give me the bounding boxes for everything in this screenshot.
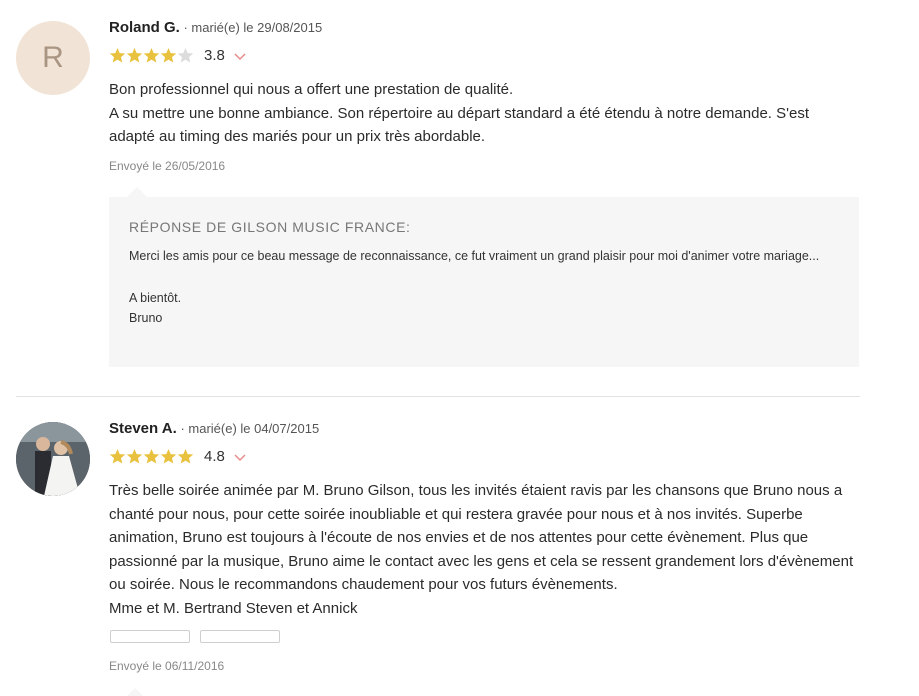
star-icon [160,448,177,465]
rating[interactable]: 3.8 [109,47,247,64]
star-icon [143,448,160,465]
reply-title: RÉPONSE DE GILSON MUSIC FRANCE: [129,219,411,235]
star-icon [126,47,143,64]
photo-thumbnail[interactable] [200,630,280,643]
vendor-reply: RÉPONSE DE GILSON MUSIC FRANCE: Merci le… [109,187,859,367]
review-line: Très belle soirée animée par M. Bruno Gi… [109,482,854,593]
sent-date: Envoyé le 26/05/2016 [109,159,226,173]
star-icon [143,47,160,64]
review-line: A su mettre une bonne ambiance. Son répe… [109,104,809,146]
avatar [16,422,90,496]
review-header: Roland G. · marié(e) le 29/08/2015 [109,19,322,36]
chevron-down-icon[interactable] [233,49,247,63]
reviewer-name[interactable]: Steven A. [109,420,177,437]
photo-thumbnail[interactable] [110,630,190,643]
rating-score: 3.8 [204,47,225,64]
star-rating [109,47,194,64]
reply-signature: Bruno [129,311,163,326]
married-date: · marié(e) le 04/07/2015 [180,421,320,436]
reply-notch [127,187,147,197]
star-icon [109,448,126,465]
star-rating [109,448,194,465]
star-icon [177,448,194,465]
avatar: R [16,21,90,95]
review-text: Bon professionnel qui nous a offert une … [109,78,857,149]
rating[interactable]: 4.8 [109,448,247,465]
star-icon [109,47,126,64]
reply-spacer [129,267,829,288]
review-line: Mme et M. Bertrand Steven et Annick [109,599,358,617]
chevron-down-icon[interactable] [233,450,247,464]
wedding-couple-photo-icon [16,422,90,496]
star-icon [126,448,143,465]
reply-text: Merci les amis pour ce beau message de r… [129,246,829,329]
review-line: Bon professionnel qui nous a offert une … [109,81,514,98]
sent-date: Envoyé le 06/11/2016 [109,659,225,673]
reply-paragraph: A bientôt. [129,290,182,305]
star-icon [160,47,177,64]
review-text: Très belle soirée animée par M. Bruno Gi… [109,479,857,620]
reply-paragraph: Merci les amis pour ce beau message de r… [129,249,820,263]
review-header: Steven A. · marié(e) le 04/07/2015 [109,420,319,437]
avatar-letter: R [42,41,64,74]
married-date: · marié(e) le 29/08/2015 [183,20,323,35]
star-icon [177,47,194,64]
reviewer-name[interactable]: Roland G. [109,19,180,36]
divider [16,396,860,397]
rating-score: 4.8 [204,448,225,465]
